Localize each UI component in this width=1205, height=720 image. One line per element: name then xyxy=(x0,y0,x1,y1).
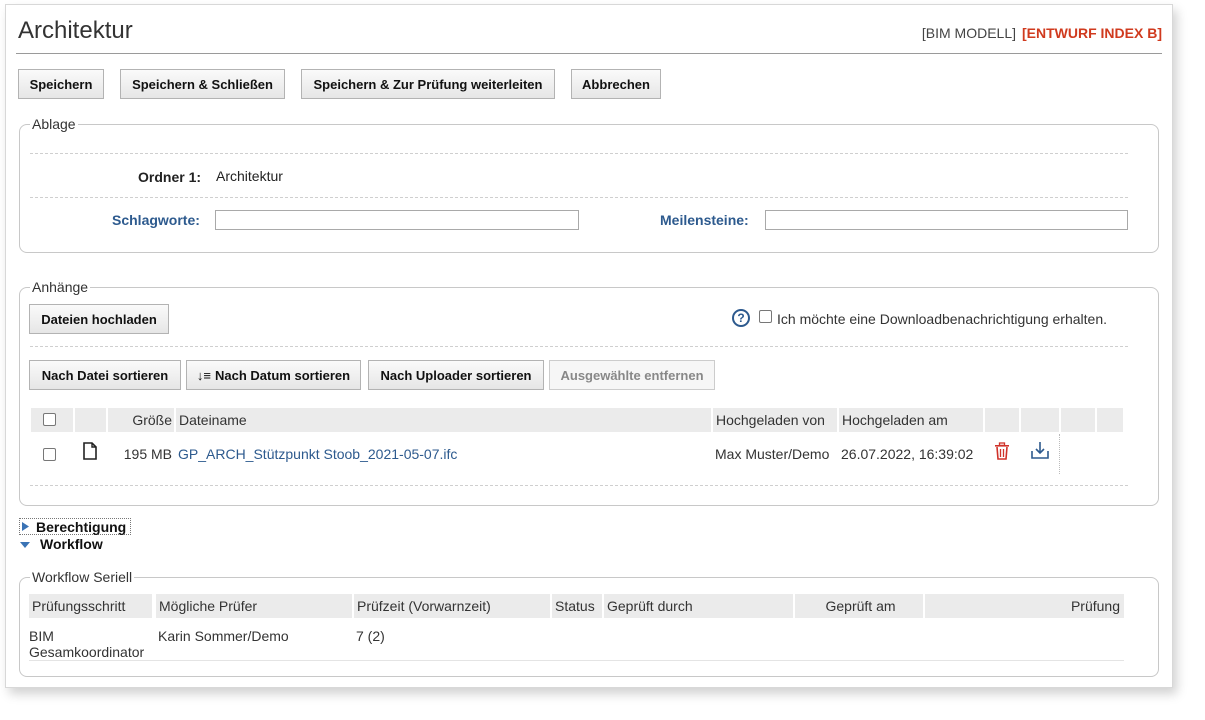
folder-value: Architektur xyxy=(216,168,283,184)
uploaded-by-column-header: Hochgeladen von xyxy=(713,408,837,432)
keywords-input[interactable] xyxy=(215,210,579,230)
step-name-line: Gesamkoordinator xyxy=(29,644,145,660)
remove-selected-button[interactable]: Ausgewählte entfernen xyxy=(549,360,715,390)
page-title: Architektur xyxy=(18,17,133,44)
save-close-button[interactable]: Speichern & Schließen xyxy=(120,69,285,99)
check-column-header: Prüfung xyxy=(925,594,1124,618)
trash-icon[interactable] xyxy=(994,442,1010,460)
reviewers-column-header: Mögliche Prüfer xyxy=(156,594,352,618)
uploaded-at-column-header: Hochgeladen am xyxy=(839,408,983,432)
cancel-button[interactable]: Abbrechen xyxy=(571,69,661,99)
time-column-header: Prüfzeit (Vorwarnzeit) xyxy=(354,594,550,618)
form-window: Architektur [BIM MODELL] [ENTWURF INDEX B… xyxy=(5,4,1173,688)
row-select-checkbox[interactable] xyxy=(43,448,56,461)
reviewer-name: Karin Sommer/Demo xyxy=(158,628,289,644)
divider xyxy=(30,346,1128,347)
divider xyxy=(30,197,1128,198)
extra-column-header xyxy=(1097,408,1123,432)
step-name-line: BIM xyxy=(29,628,54,644)
download-icon[interactable] xyxy=(1030,441,1050,460)
filename-column-header: Dateiname xyxy=(176,408,711,432)
chevron-right-icon xyxy=(22,522,29,531)
step-column-header: Prüfungsschritt xyxy=(29,594,152,618)
permissions-label: Berechtigung xyxy=(36,519,127,535)
ablage-section: Ablage Ordner 1: Architektur Schlagworte… xyxy=(19,116,1159,253)
table-row: 195 MB GP_ARCH_Stützpunkt Stoob_2021-05-… xyxy=(31,434,1061,474)
workflow-section: Workflow Seriell Prüfungsschritt Möglich… xyxy=(19,569,1159,677)
select-all-checkbox[interactable] xyxy=(43,413,56,426)
milestones-label: Meilensteine: xyxy=(660,212,749,228)
file-name-link[interactable]: GP_ARCH_Stützpunkt Stoob_2021-05-07.ifc xyxy=(178,446,457,462)
workflow-label: Workflow xyxy=(40,536,103,552)
status-column-header: Status xyxy=(552,594,602,618)
save-forward-button[interactable]: Speichern & Zur Prüfung weiterleiten xyxy=(301,69,555,99)
workflow-toggle[interactable]: Workflow xyxy=(19,536,131,553)
delete-column-header xyxy=(985,408,1019,432)
save-button[interactable]: Speichern xyxy=(18,69,104,99)
sort-desc-icon: ↓≡ xyxy=(196,367,211,383)
chevron-down-icon xyxy=(20,542,30,548)
uploaded-by: Max Muster/Demo xyxy=(715,446,830,462)
icon-column-header xyxy=(75,408,106,432)
download-column-header xyxy=(1021,408,1059,432)
permissions-toggle[interactable]: Berechtigung xyxy=(19,518,131,535)
sort-by-uploader-button[interactable]: Nach Uploader sortieren xyxy=(368,360,544,390)
attachments-legend: Anhänge xyxy=(30,279,91,295)
file-size: 195 MB xyxy=(123,446,172,462)
table-row: BIM Gesamkoordinator Karin Sommer/Demo 7… xyxy=(29,620,1124,661)
checked-at-column-header: Geprüft am xyxy=(795,594,923,618)
workflow-legend: Workflow Seriell xyxy=(30,569,135,585)
size-column-header: Größe xyxy=(108,408,174,432)
file-icon xyxy=(83,442,97,460)
notify-label: Ich möchte eine Downloadbenachrichtigung… xyxy=(777,311,1107,327)
keywords-label: Schlagworte: xyxy=(112,212,200,228)
document-tags: [BIM MODELL] [ENTWURF INDEX B] xyxy=(922,25,1162,41)
model-tag: [BIM MODELL] xyxy=(921,25,1016,41)
select-all-header xyxy=(31,408,73,432)
milestones-input[interactable] xyxy=(765,210,1128,230)
notify-checkbox[interactable] xyxy=(759,310,772,323)
upload-files-button[interactable]: Dateien hochladen xyxy=(29,304,169,334)
ablage-legend: Ablage xyxy=(30,116,78,132)
folder-label: Ordner 1: xyxy=(138,169,202,185)
extra-column-header xyxy=(1061,408,1095,432)
sort-by-date-label: Nach Datum sortieren xyxy=(215,367,351,383)
attachments-table: Größe Dateiname Hochgeladen von Hochgela… xyxy=(31,408,1124,488)
sort-by-date-button[interactable]: ↓≡ Nach Datum sortieren xyxy=(186,360,361,390)
uploaded-at: 26.07.2022, 16:39:02 xyxy=(841,446,974,462)
checked-by-column-header: Geprüft durch xyxy=(604,594,793,618)
divider xyxy=(30,153,1128,154)
step-name: BIM Gesamkoordinator xyxy=(29,628,144,660)
attachments-section: Anhänge Dateien hochladen ? Ich möchte e… xyxy=(19,279,1159,506)
review-time: 7 (2) xyxy=(356,628,385,644)
sort-by-file-button[interactable]: Nach Datei sortieren xyxy=(29,360,181,390)
column-divider xyxy=(1059,434,1060,474)
help-icon[interactable]: ? xyxy=(732,309,750,327)
workflow-table: Prüfungsschritt Mögliche Prüfer Prüfzeit… xyxy=(29,594,1126,664)
status-tag: [ENTWURF INDEX B] xyxy=(1022,25,1162,41)
page-header: Architektur [BIM MODELL] [ENTWURF INDEX B… xyxy=(16,13,1162,54)
divider xyxy=(30,485,1128,486)
